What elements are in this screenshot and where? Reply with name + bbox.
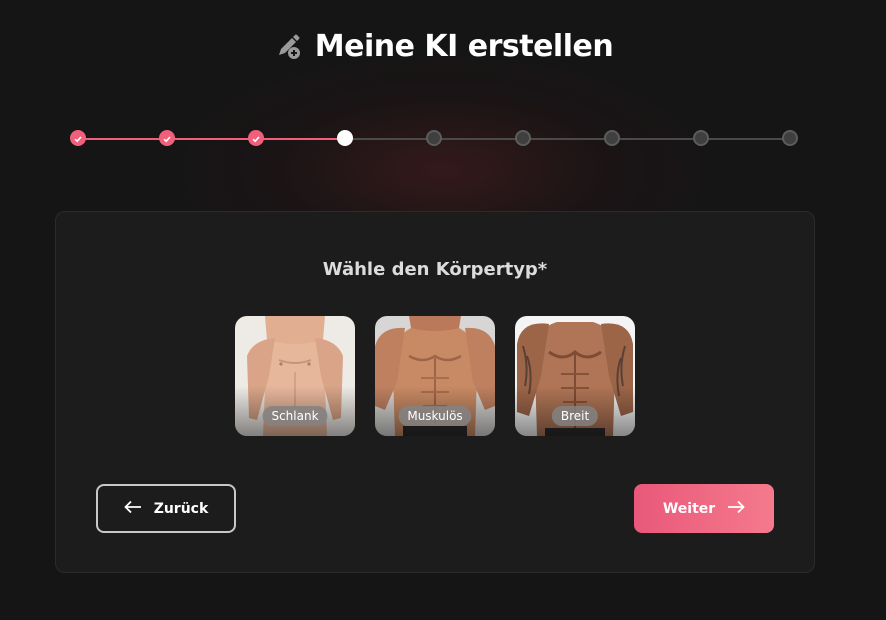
step-6: [515, 130, 531, 146]
progress-line-done: [78, 138, 345, 140]
step-2-done: [159, 130, 175, 146]
progress-stepper: [70, 130, 798, 148]
check-icon: [73, 129, 83, 148]
option-breit[interactable]: Breit: [515, 316, 635, 436]
page-header: Meine KI erstellen: [0, 26, 886, 66]
arrow-right-icon: [727, 500, 745, 518]
body-type-card: Wähle den Körpertyp* Schlank Muskulös Br…: [55, 211, 815, 573]
step-7: [604, 130, 620, 146]
arrow-left-icon: [123, 500, 142, 518]
option-schlank[interactable]: Schlank: [235, 316, 355, 436]
back-button-label: Zurück: [153, 500, 209, 517]
back-button[interactable]: Zurück: [96, 484, 236, 533]
step-9: [782, 130, 798, 146]
check-icon: [162, 129, 172, 148]
option-label: Schlank: [262, 406, 328, 426]
option-label: Breit: [551, 406, 599, 426]
step-1-done: [70, 130, 86, 146]
step-4-current: [337, 130, 353, 146]
question-label: Wähle den Körpertyp*: [322, 259, 548, 280]
step-5: [426, 130, 442, 146]
next-button[interactable]: Weiter: [634, 484, 774, 533]
page-title: Meine KI erstellen: [314, 28, 614, 64]
pen-plus-icon: [273, 31, 303, 61]
step-3-done: [248, 130, 264, 146]
progress-line-todo: [345, 138, 790, 140]
option-label: Muskulös: [398, 406, 472, 426]
check-icon: [251, 129, 261, 148]
step-8: [693, 130, 709, 146]
next-button-label: Weiter: [662, 500, 716, 517]
option-muskuloes[interactable]: Muskulös: [375, 316, 495, 436]
